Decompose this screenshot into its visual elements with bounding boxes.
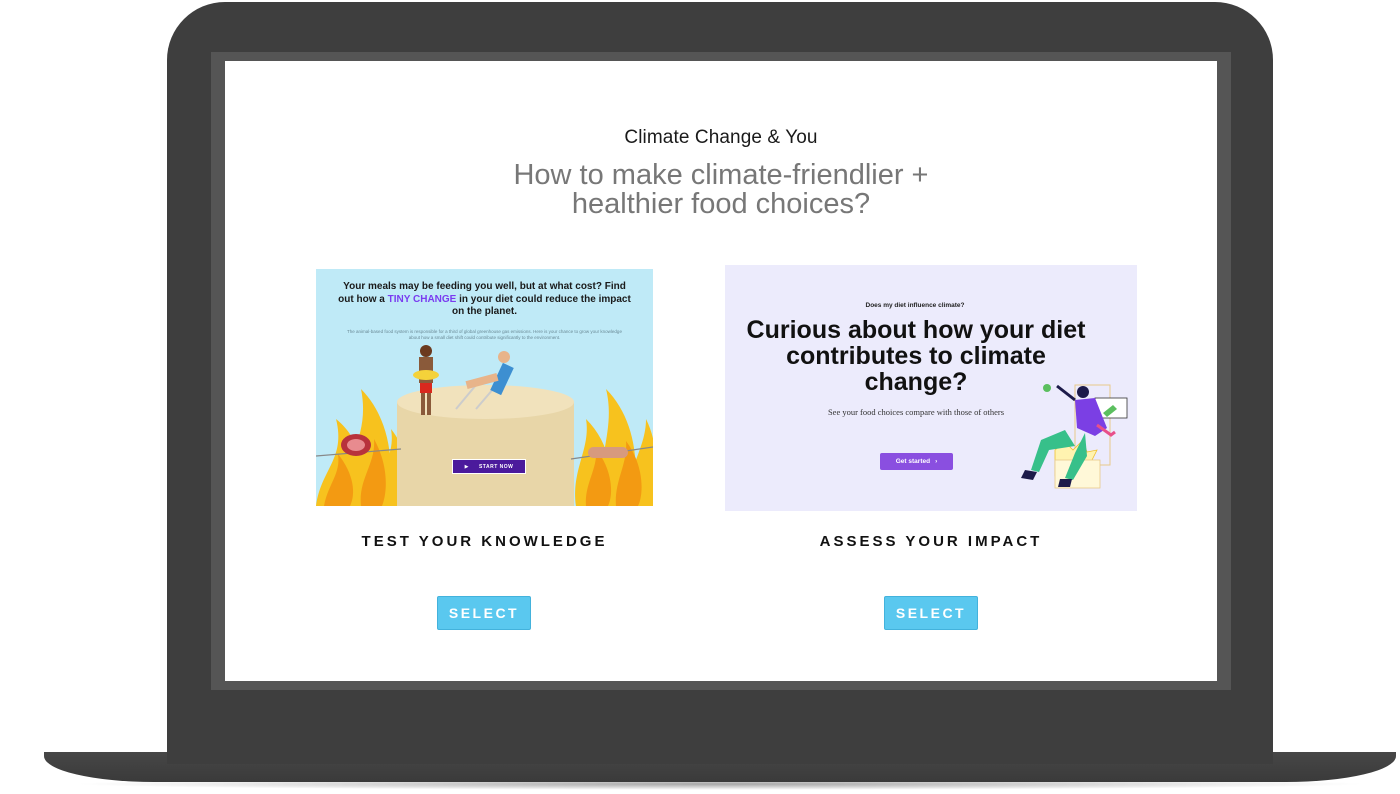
start-now-label: START NOW [478,463,514,470]
select-test-knowledge-button[interactable]: SELECT [437,596,531,630]
quiz-image-headline: Your meals may be feeding you well, but … [338,281,631,317]
page-title: Climate Change & You [624,127,818,148]
tiny-change-highlight: TINY CHANGE [387,293,457,305]
impact-image-kicker: Does my diet influence climate? [865,302,965,309]
test-knowledge-label: TEST YOUR KNOWLEDGE [361,533,608,550]
impact-preview-image[interactable]: Does my diet influence climate? Curious … [725,265,1137,511]
impact-image-subtext: See your food choices compare with those… [827,407,1005,417]
impact-image-headline: Curious about how your diet contributes … [746,316,1086,396]
play-icon: ▶ [464,463,469,470]
start-now-button[interactable]: ▶ START NOW [452,459,526,474]
get-started-label: Get started [895,458,931,465]
assess-impact-label: ASSESS YOUR IMPACT [819,533,1043,550]
laptop-screen: Climate Change & You How to make climate… [225,61,1217,681]
quiz-preview-image[interactable]: Your meals may be feeding you well, but … [316,269,653,506]
laptop-mockup: Climate Change & You How to make climate… [0,0,1400,794]
get-started-button[interactable]: Get started › [880,453,953,470]
page-subtitle: How to make climate-friendlier + healthi… [513,159,929,220]
quiz-image-small-text: The animal-based food system is responsi… [347,329,622,340]
select-assess-impact-button[interactable]: SELECT [884,596,978,630]
chevron-right-icon: › [935,458,938,465]
